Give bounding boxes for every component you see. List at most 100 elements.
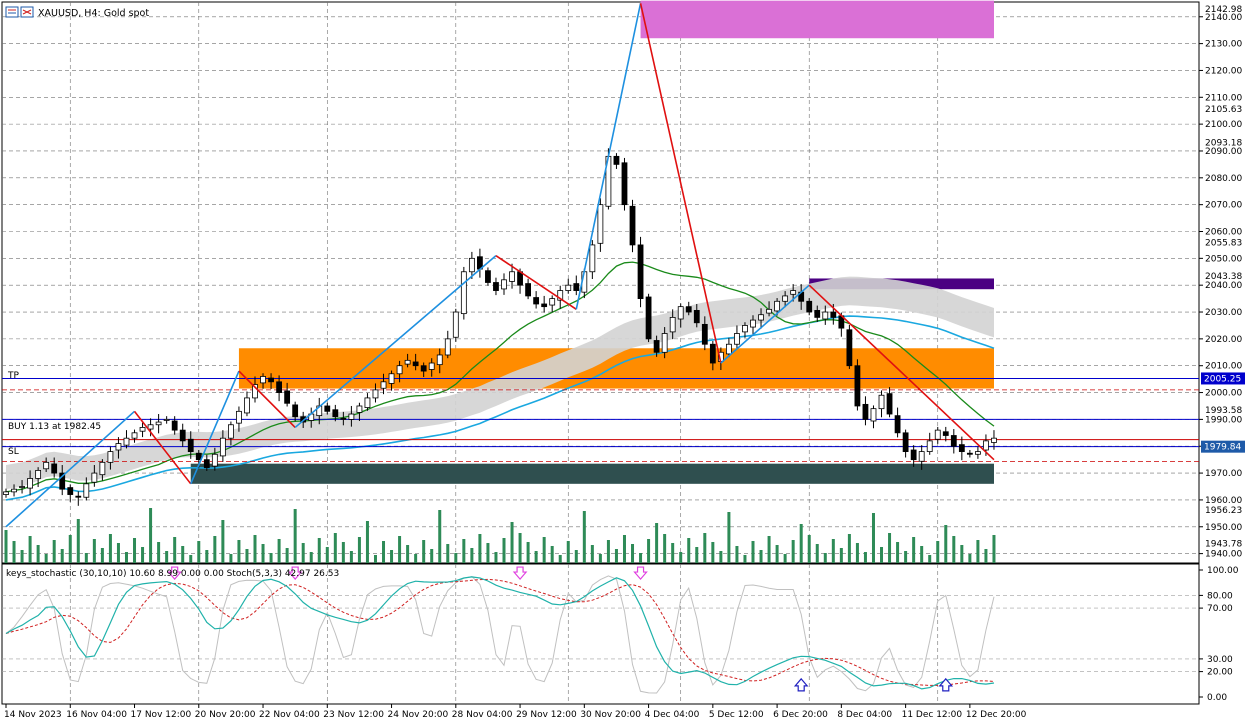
candle-body-107	[862, 403, 869, 420]
volume-bar-74	[598, 554, 602, 563]
volume-bar-17	[141, 547, 145, 563]
candle-body-56	[452, 311, 459, 338]
candle-body-6	[51, 463, 58, 474]
volume-bar-88	[711, 542, 715, 563]
volume-bar-30	[245, 549, 249, 563]
volume-bar-71	[574, 550, 578, 563]
volume-bar-5	[44, 554, 48, 563]
candle-body-0	[3, 491, 9, 495]
volume-bar-47	[382, 541, 386, 563]
volume-bar-72	[582, 511, 586, 563]
volume-bar-114	[920, 546, 924, 563]
volume-bar-111	[896, 542, 900, 563]
volume-bar-98	[791, 540, 795, 563]
candle-body-79	[637, 244, 644, 300]
ind-tick-label-0: 100.00	[1207, 566, 1239, 576]
candle-body-5	[43, 461, 50, 470]
x-tick-label-5: 23 Nov 12:00	[323, 710, 384, 720]
candle-body-94	[758, 314, 764, 321]
candle-body-29	[236, 410, 242, 424]
volume-bar-100	[807, 535, 811, 563]
volume-bar-112	[904, 551, 908, 563]
volume-bar-8	[68, 535, 72, 563]
candle-body-84	[677, 306, 684, 320]
candle-body-85	[685, 306, 692, 313]
ind-tick-label-5: 0.00	[1207, 693, 1227, 703]
volume-bar-32	[261, 544, 265, 563]
candle-body-74	[597, 204, 604, 244]
volume-bar-121	[976, 540, 980, 563]
volume-bar-15	[124, 552, 128, 563]
volume-bar-110	[888, 533, 892, 563]
candle-body-108	[870, 408, 877, 422]
y-tick-label-18: 1960.00	[1205, 496, 1242, 506]
volume-bar-18	[149, 508, 153, 563]
volume-bar-21	[173, 537, 177, 563]
volume-bar-102	[823, 553, 827, 563]
candle-body-83	[669, 316, 676, 333]
volume-bar-38	[309, 552, 313, 563]
candle-body-95	[766, 308, 772, 314]
y-tick-label-4: 2100.00	[1205, 120, 1242, 130]
volume-bar-36	[293, 509, 297, 563]
volume-bar-89	[719, 551, 723, 563]
candle-body-17	[139, 427, 146, 432]
candle-body-106	[854, 365, 861, 407]
sl-label: SL	[8, 447, 19, 457]
volume-bar-7	[60, 549, 64, 563]
candle-body-34	[276, 381, 282, 393]
x-tick-label-8: 29 Nov 12:00	[516, 710, 577, 720]
volume-bar-122	[984, 549, 988, 563]
volume-bar-2	[20, 550, 24, 563]
candle-body-96	[774, 300, 780, 312]
y-extra-label-4: 2043.38	[1205, 272, 1242, 282]
candle-body-58	[468, 257, 475, 273]
x-tick-label-2: 17 Nov 12:00	[131, 710, 192, 720]
volume-bar-94	[759, 550, 763, 563]
volume-bar-14	[116, 543, 120, 563]
tp-label: TP	[7, 371, 19, 381]
candle-body-81	[653, 340, 660, 353]
volume-bar-66	[534, 551, 538, 563]
candle-body-86	[693, 310, 700, 324]
candle-body-25	[203, 459, 210, 469]
candle-body-23	[187, 438, 194, 453]
candle-body-26	[211, 453, 218, 467]
y-tick-label-15: 1990.00	[1205, 415, 1242, 425]
volume-bar-108	[871, 513, 875, 563]
volume-bar-1	[12, 541, 16, 563]
ind-tick-label-3: 30.00	[1207, 655, 1233, 665]
volume-bar-3	[28, 536, 32, 563]
volume-bar-92	[743, 555, 747, 563]
volume-bar-28	[229, 554, 233, 563]
y-tick-label-10: 2040.00	[1205, 281, 1242, 291]
y-tick-label-11: 2030.00	[1205, 308, 1242, 318]
candle-body-115	[926, 440, 933, 453]
candle-body-119	[958, 444, 965, 453]
volume-bar-106	[855, 543, 859, 563]
volume-bar-117	[944, 525, 948, 563]
volume-bar-0	[4, 530, 8, 563]
y-extra-label-1: 2105.63	[1205, 105, 1242, 115]
volume-bar-79	[639, 553, 643, 563]
volume-bar-97	[783, 554, 787, 563]
volume-bar-113	[912, 537, 916, 563]
candle-body-12	[99, 461, 106, 476]
volume-bar-44	[357, 537, 361, 563]
y-tick-label-20: 1940.00	[1205, 550, 1242, 560]
volume-bar-37	[301, 543, 305, 563]
volume-bar-107	[863, 552, 867, 563]
volume-bar-39	[317, 538, 321, 563]
candle-body-44	[356, 405, 363, 413]
y-tick-label-2: 2120.00	[1205, 66, 1242, 76]
candle-body-68	[549, 298, 556, 306]
volume-bar-76	[614, 549, 618, 563]
candle-body-20	[163, 418, 170, 421]
candle-body-33	[268, 377, 274, 383]
candle-body-88	[709, 343, 716, 364]
x-tick-label-1: 16 Nov 04:00	[66, 710, 127, 720]
volume-bar-69	[558, 555, 562, 563]
volume-bar-12	[100, 548, 104, 563]
y-tick-label-6: 2080.00	[1205, 174, 1242, 184]
volume-bar-61	[494, 552, 498, 563]
